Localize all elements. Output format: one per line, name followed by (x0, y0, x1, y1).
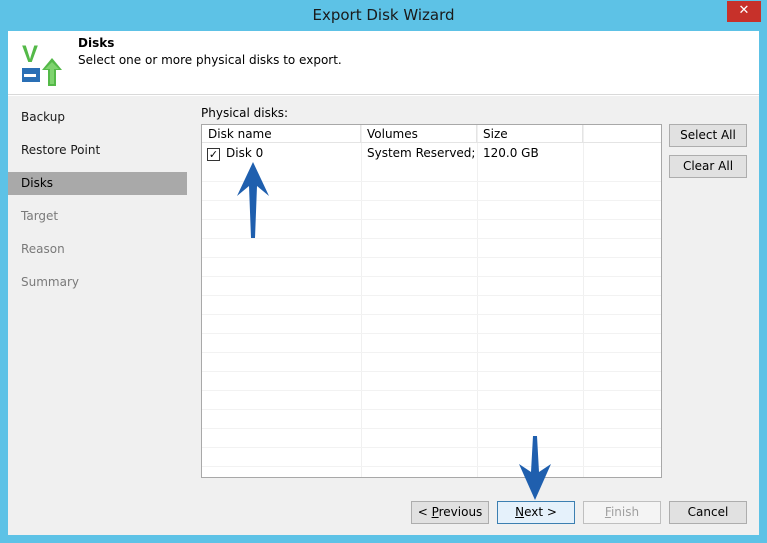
grid-column-line (477, 125, 478, 477)
grid-row-line (202, 257, 661, 258)
grid-row-line (202, 333, 661, 334)
disk-volumes-cell: System Reserved; ... (367, 146, 477, 160)
grid-row-line (202, 428, 661, 429)
list-header: Disk name Volumes Size (202, 125, 661, 143)
finish-rest: inish (610, 505, 640, 519)
physical-disks-label: Physical disks: (201, 106, 289, 120)
previous-button[interactable]: < Previous (411, 501, 489, 524)
veeam-logo-icon: V (16, 38, 64, 86)
svg-text:V: V (22, 41, 38, 68)
grid-column-line (361, 125, 362, 477)
content-panel: Physical disks: Disk name Volumes Size ✓… (188, 96, 759, 491)
title-bar: Export Disk Wizard ✕ (0, 0, 767, 31)
column-header-size[interactable]: Size (477, 125, 583, 143)
wizard-header: V Disks Select one or more physical disk… (8, 31, 759, 95)
column-header-disk-name[interactable]: Disk name (202, 125, 361, 143)
steps-sidebar: Backup Restore Point Disks Target Reason… (8, 96, 187, 491)
header-title: Disks (78, 36, 115, 50)
step-backup[interactable]: Backup (8, 106, 187, 129)
next-mnemonic: N (515, 505, 525, 519)
select-all-button[interactable]: Select All (669, 124, 747, 147)
step-disks[interactable]: Disks (8, 172, 187, 195)
grid-column-line (583, 125, 584, 477)
column-header-volumes[interactable]: Volumes (361, 125, 477, 143)
next-rest: ext > (524, 505, 557, 519)
close-button[interactable]: ✕ (727, 1, 761, 22)
header-description: Select one or more physical disks to exp… (78, 53, 342, 67)
disk-size-cell: 120.0 GB (483, 146, 539, 160)
grid-row-line (202, 295, 661, 296)
up-arrow-annotation-icon (237, 162, 269, 238)
disk-checkbox[interactable]: ✓ (207, 148, 220, 161)
grid-row-line (202, 352, 661, 353)
grid-row-line (202, 466, 661, 467)
clear-all-button[interactable]: Clear All (669, 155, 747, 178)
grid-row-line (202, 371, 661, 372)
grid-row-line (202, 390, 661, 391)
grid-row-line (202, 314, 661, 315)
previous-mnemonic: P (431, 505, 439, 519)
window-title: Export Disk Wizard (312, 6, 455, 24)
previous-prefix: < (417, 505, 432, 519)
down-arrow-annotation-icon (519, 436, 551, 500)
cancel-button[interactable]: Cancel (669, 501, 747, 524)
next-button[interactable]: Next > (497, 501, 575, 524)
grid-row-line (202, 409, 661, 410)
step-reason: Reason (21, 242, 65, 256)
grid-row-line (202, 276, 661, 277)
step-target: Target (21, 209, 59, 223)
wizard-footer: < Previous Next > Finish Cancel (8, 491, 759, 535)
grid-row-line (202, 447, 661, 448)
step-summary: Summary (21, 275, 79, 289)
previous-rest: revious (438, 505, 483, 519)
wizard-body: Backup Restore Point Disks Target Reason… (8, 96, 759, 491)
step-restore-point[interactable]: Restore Point (8, 139, 187, 162)
wizard-window: V Disks Select one or more physical disk… (8, 31, 759, 535)
finish-button: Finish (583, 501, 661, 524)
